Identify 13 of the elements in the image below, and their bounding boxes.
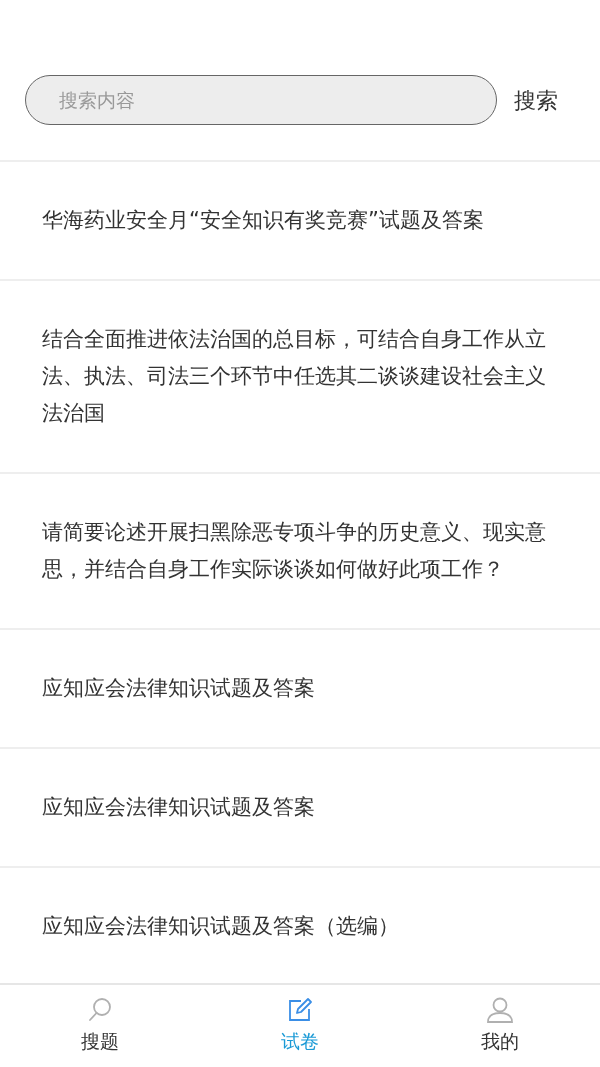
exam-title[interactable]: 结合全面推进依法治国的总目标，可结合自身工作从立法、执法、司法三个环节中任选其二谈谈建设社会主义法治国 [42, 321, 560, 432]
exam-title[interactable]: 请简要论述开展扫黑除恶专项斗争的历史意义、现实意思，并结合自身工作实际谈谈如何做好此项工作？ [42, 514, 560, 588]
exam-title[interactable]: 华海药业安全月“安全知识有奖竞赛”试题及答案 [42, 202, 560, 239]
exam-title[interactable]: 应知应会法律知识试题及答案 [42, 789, 560, 826]
exam-title[interactable]: 应知应会法律知识试题及答案（选编） [42, 908, 560, 945]
exam-title[interactable]: 应知应会法律知识试题及答案 [42, 670, 560, 707]
search-icon [87, 996, 113, 1023]
user-icon [486, 996, 514, 1023]
edit-icon [287, 996, 313, 1023]
nav-tab[interactable]: 我的 [400, 985, 600, 1067]
search-button[interactable]: 搜索 [514, 83, 558, 117]
nav-tab[interactable]: 搜题 [0, 985, 200, 1067]
search-field[interactable]: 搜索内容 [25, 75, 497, 125]
